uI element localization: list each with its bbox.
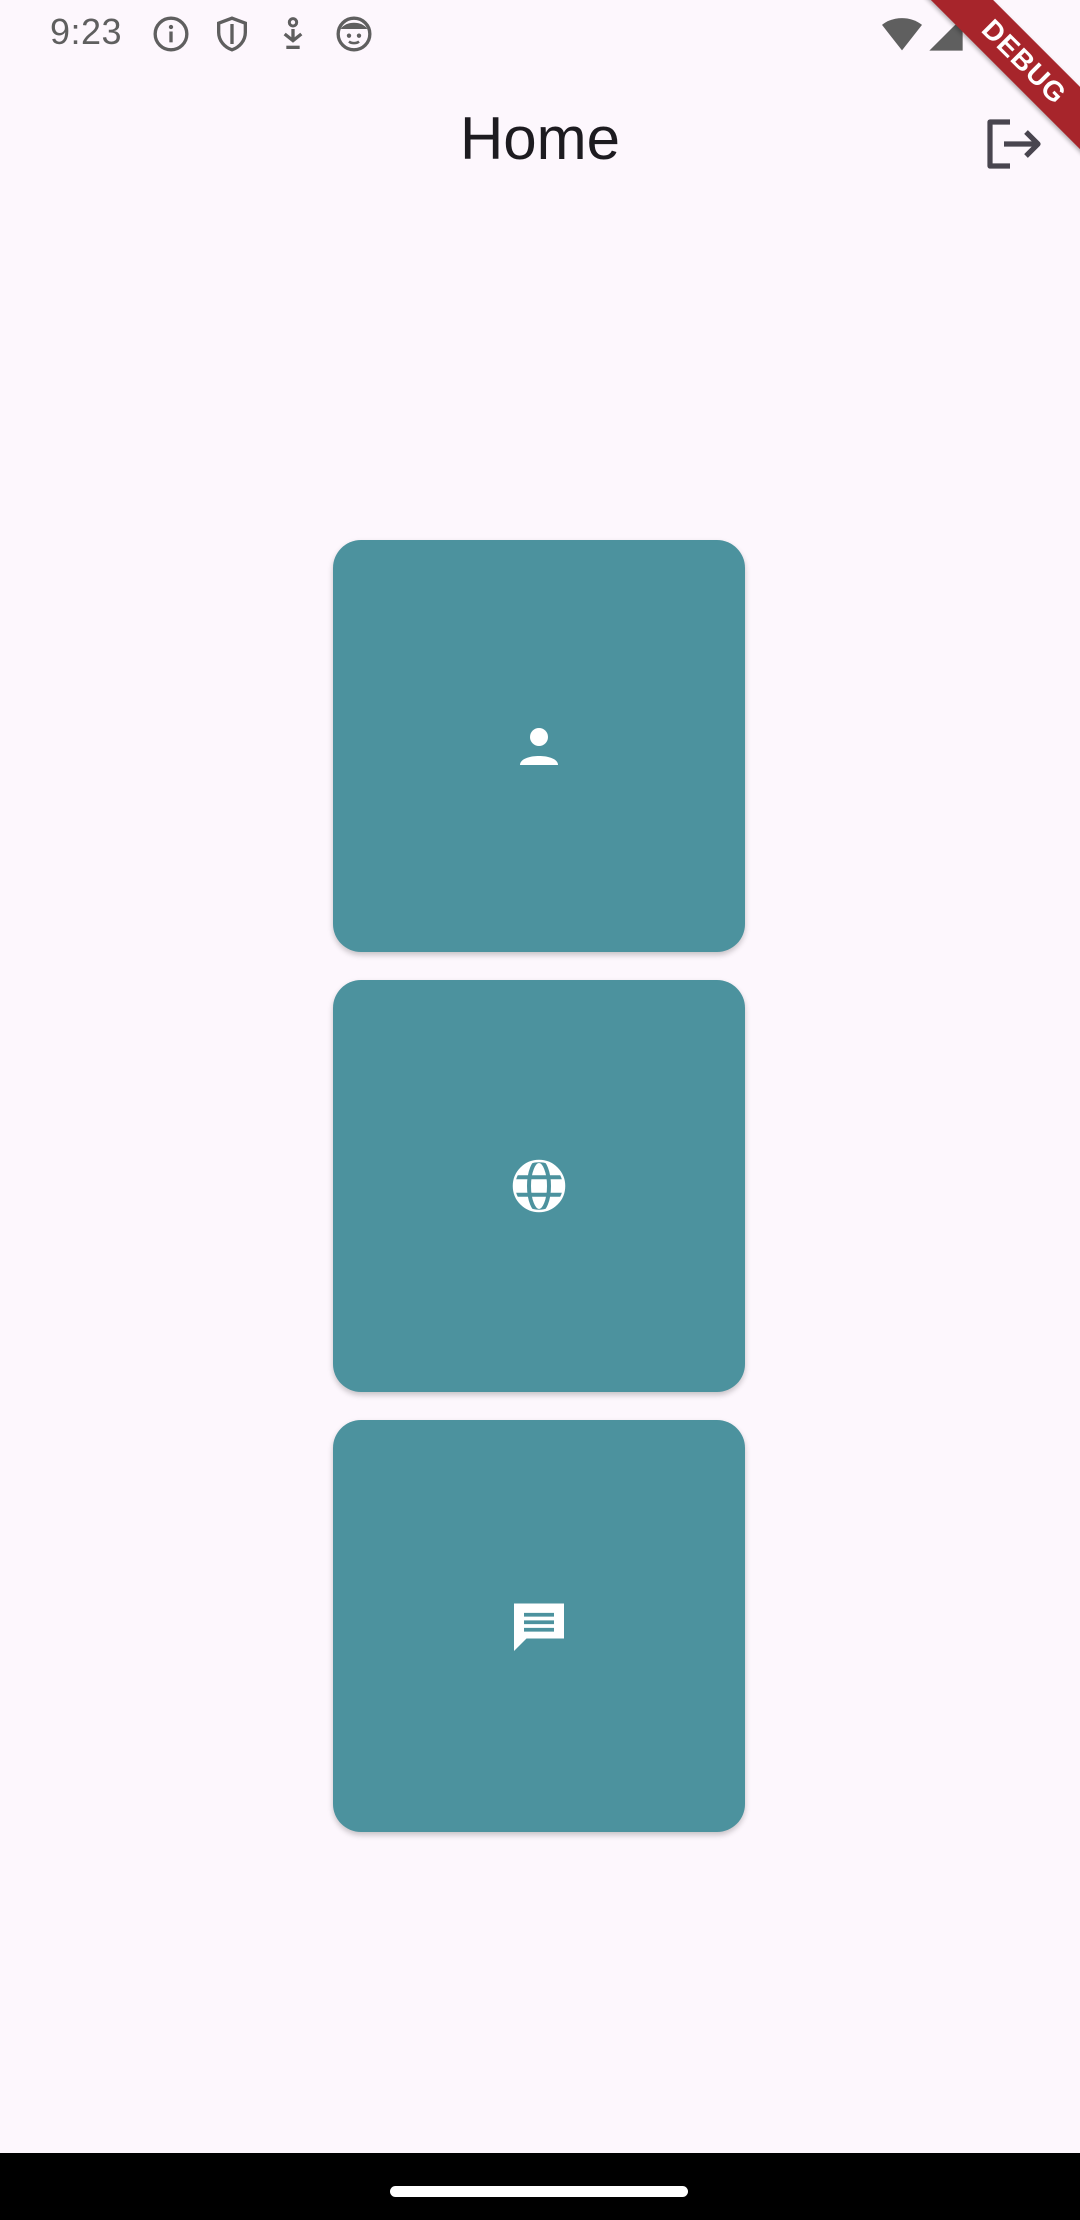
- navigation-bar: [0, 2153, 1080, 2220]
- globe-icon: [509, 1156, 569, 1216]
- person-icon: [515, 722, 563, 770]
- shield-icon: [212, 14, 252, 54]
- download-icon: [273, 14, 313, 54]
- logout-icon: [984, 116, 1044, 177]
- chat-tile[interactable]: [333, 1420, 745, 1832]
- status-time: 9:23: [50, 11, 123, 52]
- app-bar: Home: [0, 66, 1080, 216]
- globe-tile[interactable]: [333, 980, 745, 1392]
- signal-icon: [926, 14, 966, 54]
- face-icon: [334, 14, 374, 54]
- logout-button[interactable]: [974, 106, 1054, 186]
- wifi-icon: [880, 14, 924, 54]
- page-title: Home: [459, 105, 621, 172]
- chat-icon: [509, 1596, 569, 1656]
- info-icon: [151, 14, 191, 54]
- home-gesture-handle[interactable]: [390, 2186, 688, 2197]
- status-bar: 9:23: [0, 0, 1080, 66]
- profile-tile[interactable]: [333, 540, 745, 952]
